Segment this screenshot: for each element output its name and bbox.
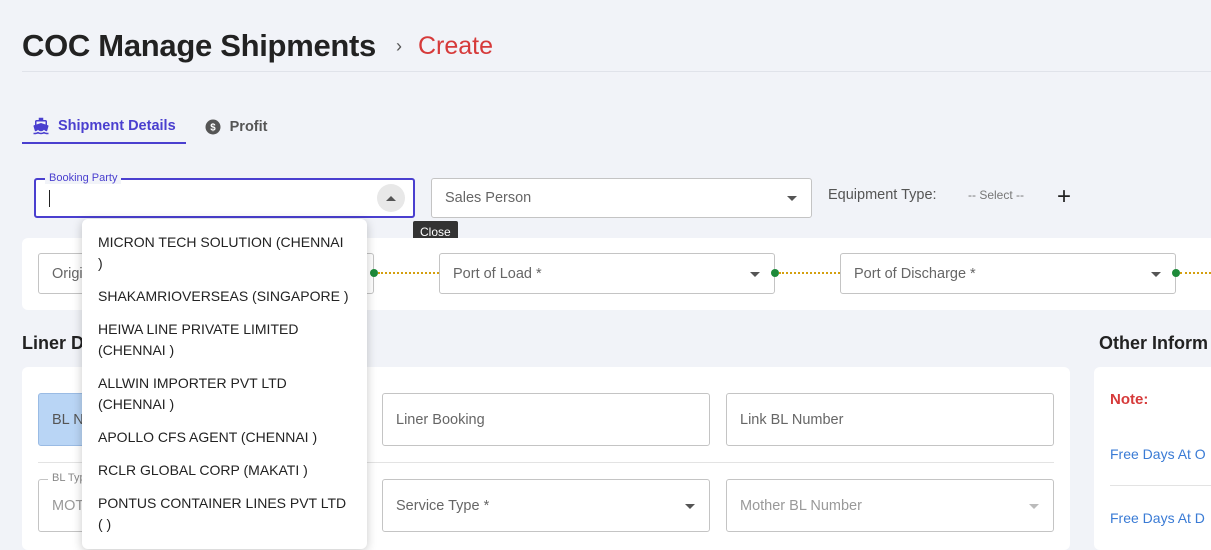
route-line — [779, 272, 840, 274]
dropdown-option[interactable]: PONTUS CONTAINER LINES PVT LTD ( ) — [82, 493, 367, 535]
other-information-card: Note: Free Days At O Free Days At D — [1094, 367, 1211, 550]
route-line — [1180, 272, 1211, 274]
page-title: COC Manage Shipments — [22, 28, 376, 63]
chevron-up-icon — [386, 195, 396, 201]
bl-type-value: MOT — [52, 497, 85, 514]
free-days-origin-link[interactable]: Free Days At O — [1110, 446, 1206, 462]
mother-bl-placeholder: Mother BL Number — [740, 497, 862, 514]
sales-person-select[interactable]: Sales Person — [431, 178, 812, 218]
service-type-placeholder: Service Type * — [396, 497, 490, 514]
chevron-down-icon — [685, 503, 695, 509]
liner-booking-placeholder: Liner Booking — [396, 411, 485, 428]
liner-details-title: Liner D — [22, 333, 85, 353]
chevron-down-icon — [1029, 503, 1039, 509]
service-type-select[interactable]: Service Type * — [382, 479, 710, 532]
route-dot — [771, 269, 779, 277]
origin-placeholder: Origi — [52, 265, 83, 282]
breadcrumb-create: Create — [418, 31, 494, 60]
route-dot — [370, 269, 378, 277]
dropdown-option[interactable]: MICRON TECH SOLUTION (CHENNAI ) — [82, 232, 367, 274]
port-of-discharge-select[interactable]: Port of Discharge * — [840, 253, 1176, 294]
tab-bar: Shipment Details $ Profit — [22, 110, 278, 144]
chevron-down-icon — [787, 196, 797, 201]
bl-number-placeholder: BL N — [52, 411, 84, 428]
link-bl-number-input[interactable]: Link BL Number — [726, 393, 1054, 446]
svg-text:$: $ — [210, 122, 216, 133]
text-cursor — [49, 189, 50, 207]
port-of-load-placeholder: Port of Load * — [453, 265, 542, 282]
dropdown-option[interactable]: SHAKAMRIOVERSEAS (SINGAPORE ) — [82, 286, 367, 307]
mother-bl-select[interactable]: Mother BL Number — [726, 479, 1054, 532]
route-line — [378, 272, 439, 274]
sales-person-placeholder: Sales Person — [445, 190, 532, 206]
dropdown-option[interactable]: ALLWIN IMPORTER PVT LTD (CHENNAI ) — [82, 373, 367, 415]
tab-shipment-details-label: Shipment Details — [58, 118, 176, 134]
ship-icon — [33, 117, 49, 135]
dollar-circle-icon: $ — [205, 119, 221, 135]
booking-party-input[interactable]: Booking Party — [34, 172, 415, 218]
chevron-down-icon — [750, 271, 760, 277]
dropdown-option[interactable]: HEIWA LINE PRIVATE LIMITED (CHENNAI ) — [82, 319, 367, 361]
link-bl-placeholder: Link BL Number — [740, 411, 844, 428]
note-label: Note: — [1110, 391, 1149, 408]
other-divider — [1110, 485, 1211, 486]
equipment-type-label: Equipment Type: — [828, 187, 937, 203]
breadcrumb-separator-icon: › — [396, 35, 402, 56]
tab-shipment-details[interactable]: Shipment Details — [22, 110, 186, 144]
liner-booking-input[interactable]: Liner Booking — [382, 393, 710, 446]
close-dropdown-button[interactable] — [377, 184, 405, 212]
chevron-down-icon — [1151, 271, 1161, 277]
tab-profit[interactable]: $ Profit — [194, 110, 278, 144]
port-of-discharge-placeholder: Port of Discharge * — [854, 265, 976, 282]
booking-party-dropdown: MICRON TECH SOLUTION (CHENNAI ) SHAKAMRI… — [82, 219, 367, 549]
header-divider — [22, 71, 1211, 72]
port-of-load-select[interactable]: Port of Load * — [439, 253, 775, 294]
add-equipment-icon[interactable]: + — [1057, 185, 1071, 209]
other-information-title: Other Inform — [1099, 333, 1209, 353]
equipment-type-select[interactable]: -- Select -- — [968, 188, 1024, 202]
free-days-destination-link[interactable]: Free Days At D — [1110, 510, 1205, 526]
dropdown-option[interactable]: APOLLO CFS AGENT (CHENNAI ) — [82, 427, 367, 448]
route-dot — [1172, 269, 1180, 277]
dropdown-option[interactable]: RCLR GLOBAL CORP (MAKATI ) — [82, 460, 367, 481]
booking-party-label: Booking Party — [45, 172, 122, 184]
tab-profit-label: Profit — [229, 119, 268, 135]
page-header: COC Manage Shipments › Create — [22, 28, 493, 64]
